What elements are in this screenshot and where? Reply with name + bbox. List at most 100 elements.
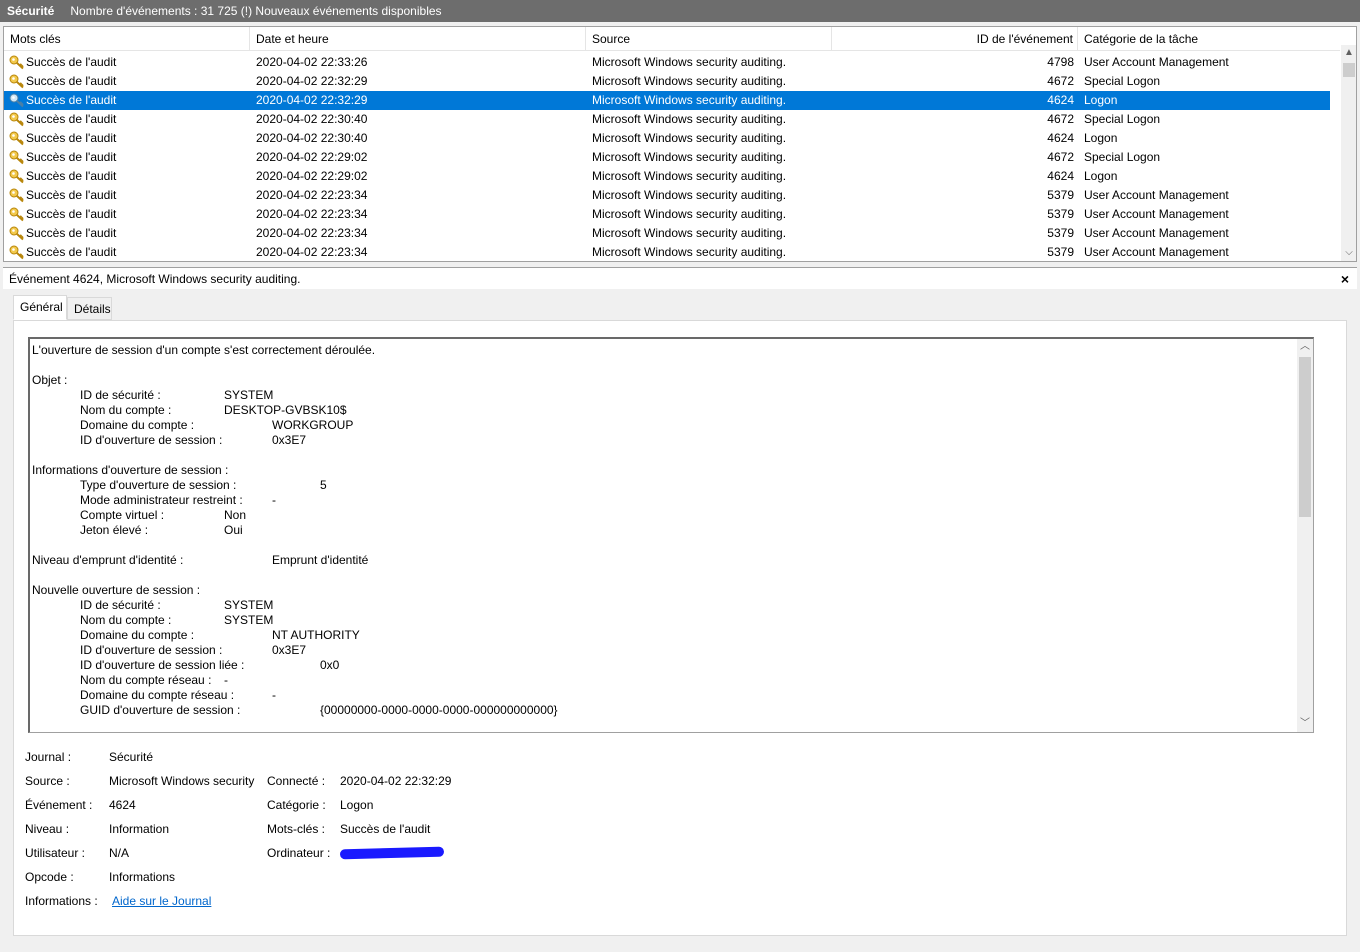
cell-event-id: 5379	[1047, 188, 1074, 202]
info-value: 5	[320, 478, 327, 492]
scroll-up-icon[interactable]: ▲	[1341, 45, 1356, 61]
scroll-thumb[interactable]	[1299, 357, 1311, 517]
cell-date: 2020-04-02 22:23:34	[256, 245, 368, 259]
ordinateur-label: Ordinateur :	[267, 846, 331, 860]
audit-key-icon	[9, 74, 25, 89]
utilisateur-value: N/A	[109, 846, 130, 860]
info-label: Type d'ouverture de session :	[80, 478, 237, 492]
close-icon[interactable]: ×	[1341, 268, 1349, 290]
nouvelle-label: Domaine du compte :	[80, 628, 195, 642]
objet-label: Nom du compte :	[80, 403, 172, 417]
opcode-label: Opcode :	[25, 870, 74, 884]
cell-keyword: Succès de l'audit	[26, 74, 117, 88]
emprunt-label: Niveau d'emprunt d'identité :	[32, 553, 184, 567]
table-row[interactable]: Succès de l'audit 2020-04-02 22:32:29 Micr…	[4, 72, 1330, 91]
objet-value: DESKTOP-GVBSK10$	[224, 403, 347, 417]
event-message-box[interactable]: L'ouverture de session d'un compte s'est…	[28, 337, 1314, 733]
column-category[interactable]: Catégorie de la tâche	[1078, 27, 1340, 51]
objet-title: Objet :	[32, 373, 68, 387]
nouvelle-title: Nouvelle ouverture de session :	[32, 583, 201, 597]
cell-event-id: 4798	[1047, 55, 1074, 69]
evenement-value: 4624	[109, 798, 136, 812]
column-keywords[interactable]: Mots clés	[4, 27, 250, 51]
info-label: Jeton élevé :	[80, 523, 149, 537]
cell-event-id: 4672	[1047, 112, 1074, 126]
nouvelle-label: ID d'ouverture de session :	[80, 643, 223, 657]
cell-source: Microsoft Windows security auditing.	[592, 150, 787, 164]
audit-key-icon	[9, 169, 25, 184]
table-row[interactable]: Succès de l'audit 2020-04-02 22:29:02 Micr…	[4, 148, 1330, 167]
table-row[interactable]: Succès de l'audit 2020-04-02 22:23:34 Micr…	[4, 243, 1330, 261]
nouvelle-value: -	[272, 688, 276, 702]
categorie-value: Logon	[340, 798, 374, 812]
table-row[interactable]: Succès de l'audit 2020-04-02 22:30:40 Micr…	[4, 110, 1330, 129]
scroll-down-icon[interactable]: ﹀	[1297, 716, 1313, 732]
nouvelle-value: SYSTEM	[224, 613, 274, 627]
cell-event-id: 4672	[1047, 74, 1074, 88]
motscles-value: Succès de l'audit	[340, 822, 431, 836]
niveau-value: Information	[109, 822, 170, 836]
cell-keyword: Succès de l'audit	[26, 207, 117, 221]
table-row[interactable]: Succès de l'audit 2020-04-02 22:23:34 Micr…	[4, 186, 1330, 205]
emprunt-value: Emprunt d'identité	[272, 553, 369, 567]
nouvelle-label: Nom du compte :	[80, 613, 172, 627]
objet-value: 0x3E7	[272, 433, 307, 447]
cell-event-id: 4624	[1047, 131, 1074, 145]
audit-key-icon	[9, 188, 25, 203]
nouvelle-value: 0x3E7	[272, 643, 307, 657]
tab-general[interactable]: Général	[13, 295, 67, 320]
event-list[interactable]: Mots clés Date et heure Source ID de l'é…	[3, 26, 1357, 262]
cell-category: User Account Management	[1084, 188, 1229, 202]
motscles-label: Mots-clés :	[267, 822, 326, 836]
column-keywords-label: Mots clés	[10, 32, 61, 46]
tab-details-label: Détails	[74, 302, 111, 316]
cell-category: Logon	[1084, 169, 1118, 183]
audit-key-icon	[9, 150, 25, 165]
scroll-up-icon[interactable]: ︿	[1297, 339, 1313, 355]
cell-keyword: Succès de l'audit	[26, 112, 117, 126]
scroll-thumb[interactable]	[1343, 63, 1355, 77]
cell-source: Microsoft Windows security auditing.	[592, 131, 787, 145]
help-link[interactable]: Aide sur le Journal	[112, 893, 211, 909]
cell-keyword: Succès de l'audit	[26, 169, 117, 183]
cell-source: Microsoft Windows security auditing.	[592, 169, 787, 183]
scroll-down-icon[interactable]: ⌵	[1341, 245, 1356, 261]
cell-source: Microsoft Windows security auditing.	[592, 55, 787, 69]
cell-source: Microsoft Windows security auditing.	[592, 74, 787, 88]
cell-source: Microsoft Windows security auditing.	[592, 112, 787, 126]
audit-key-icon	[9, 207, 25, 222]
message-scrollbar[interactable]: ︿ ﹀	[1297, 339, 1313, 732]
list-scrollbar[interactable]: ▲ ⌵	[1341, 45, 1356, 261]
detail-title: Événement 4624, Microsoft Windows securi…	[9, 272, 301, 286]
info-label: Mode administrateur restreint :	[80, 493, 243, 507]
cell-event-id: 4624	[1047, 169, 1074, 183]
cell-date: 2020-04-02 22:29:02	[256, 169, 368, 183]
tab-details[interactable]: Détails	[67, 297, 112, 320]
table-row[interactable]: Succès de l'audit 2020-04-02 22:29:02 Micr…	[4, 167, 1330, 186]
evenement-label: Événement :	[25, 798, 93, 812]
column-event-id-label: ID de l'événement	[976, 32, 1073, 46]
cell-source: Microsoft Windows security auditing.	[592, 245, 787, 259]
table-row[interactable]: Succès de l'audit 2020-04-02 22:23:34 Micr…	[4, 205, 1330, 224]
niveau-label: Niveau :	[25, 822, 70, 836]
informations-label: Informations :	[25, 894, 98, 908]
list-header: Mots clés Date et heure Source ID de l'é…	[4, 27, 1340, 51]
cell-date: 2020-04-02 22:32:29	[256, 74, 368, 88]
opcode-value: Informations	[109, 870, 176, 884]
column-source[interactable]: Source	[586, 27, 832, 51]
cell-date: 2020-04-02 22:23:34	[256, 188, 368, 202]
cell-category: Logon	[1084, 93, 1118, 107]
cell-keyword: Succès de l'audit	[26, 188, 117, 202]
cell-date: 2020-04-02 22:30:40	[256, 112, 368, 126]
audit-key-icon	[9, 131, 25, 146]
nouvelle-value: -	[224, 673, 228, 687]
nouvelle-label: ID de sécurité :	[80, 598, 161, 612]
table-row[interactable]: Succès de l'audit 2020-04-02 22:30:40 Micr…	[4, 129, 1330, 148]
table-row[interactable]: Succès de l'audit 2020-04-02 22:33:26 Micr…	[4, 53, 1330, 72]
column-event-id[interactable]: ID de l'événement	[832, 27, 1078, 51]
table-row[interactable]: Succès de l'audit 2020-04-02 22:23:34 Micr…	[4, 224, 1330, 243]
cell-event-id: 4672	[1047, 150, 1074, 164]
cell-event-id: 4624	[1047, 93, 1074, 107]
table-row[interactable]: Succès de l'audit 2020-04-02 22:32:29 Micr…	[4, 91, 1330, 110]
column-date[interactable]: Date et heure	[250, 27, 586, 51]
